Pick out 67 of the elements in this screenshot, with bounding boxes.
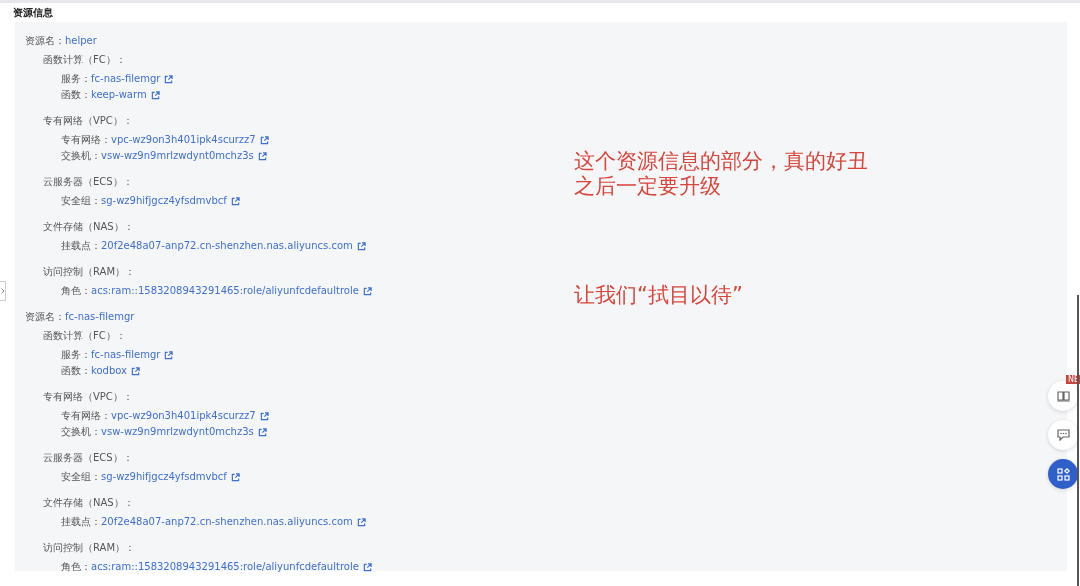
field-label: 函数： [61,364,91,378]
field-label: 挂载点： [61,515,101,529]
field-label: 挂载点： [61,239,101,253]
resource-name: helper [65,34,97,48]
external-link-icon[interactable] [362,286,372,296]
expand-tab[interactable] [0,281,6,301]
group-title: 访问控制（RAM）： [43,541,135,555]
field-label: 函数： [61,88,91,102]
field-label: 安全组： [61,194,101,208]
field-label: 角色： [61,284,91,298]
external-link-icon[interactable] [164,350,174,360]
resource-link[interactable]: fc-nas-filemgr [91,71,161,87]
external-link-icon[interactable] [362,562,372,572]
feedback-button[interactable] [1048,420,1078,450]
external-link-icon[interactable] [257,151,267,161]
resource-link[interactable]: kodbox [91,363,127,379]
chat-icon [1056,429,1070,441]
field-label: 交换机： [61,425,101,439]
group-title: 云服务器（ECS）： [43,175,133,189]
chevron-right-icon [0,288,5,294]
resource-link[interactable]: 20f2e48a07-anp72.cn-shenzhen.nas.aliyuncs.com [101,238,353,254]
apps-button[interactable] [1048,459,1078,489]
external-link-icon[interactable] [164,74,174,84]
resource-link[interactable]: fc-nas-filemgr [91,347,161,363]
external-link-icon[interactable] [257,427,267,437]
group-title: 文件存储（NAS）： [43,496,134,510]
external-link-icon[interactable] [131,366,140,376]
group-title: 专有网络（VPC）： [43,114,133,128]
field-label: 专有网络： [61,133,111,147]
external-link-icon[interactable] [230,196,240,206]
group-title: 专有网络（VPC）： [43,390,133,404]
group-title: 函数计算（FC）： [43,329,126,343]
resource-link[interactable]: vpc-wz9on3h401ipk4scurzz7 [111,132,256,148]
field-label: 服务： [61,348,91,362]
annotation-text: 这个资源信息的部分，真的好丑 之后一定要升级 [574,149,868,199]
resource-name: fc-nas-filemgr [65,310,135,324]
resource-link[interactable]: acs:ram::1583208943291465:role/aliyunfcdefaultrole [91,559,359,575]
scrollbar[interactable] [1077,295,1079,586]
field-label: 资源名： [25,34,65,48]
resource-link[interactable]: sg-wz9hifjgcz4yfsdmvbcf [101,193,227,209]
resource-link[interactable]: 20f2e48a07-anp72.cn-shenzhen.nas.aliyuncs.com [101,514,353,530]
group-title: 函数计算（FC）： [43,53,126,67]
external-link-icon[interactable] [259,411,269,421]
book-icon [1056,390,1070,402]
group-title: 文件存储（NAS）： [43,220,134,234]
field-label: 服务： [61,72,91,86]
section-title: 资源信息 [13,5,53,20]
field-label: 角色： [61,560,91,574]
field-label: 交换机： [61,149,101,163]
group-title: 访问控制（RAM）： [43,265,135,279]
external-link-icon[interactable] [356,517,366,527]
annotation-text: 让我们“拭目以待” [574,283,744,308]
group-title: 云服务器（ECS）： [43,451,133,465]
resource-link[interactable]: keep-warm [91,87,147,103]
field-label: 安全组： [61,470,101,484]
external-link-icon[interactable] [230,472,240,482]
resource-link[interactable]: vsw-wz9n9mrlzwdynt0mchz3s [101,148,254,164]
external-link-icon[interactable] [259,135,269,145]
resource-link[interactable]: vsw-wz9n9mrlzwdynt0mchz3s [101,424,254,440]
external-link-icon[interactable] [150,90,160,100]
field-label: 专有网络： [61,409,111,423]
apps-icon [1056,467,1070,481]
resource-link[interactable]: sg-wz9hifjgcz4yfsdmvbcf [101,469,227,485]
resource-link[interactable]: acs:ram::1583208943291465:role/aliyunfcdefaultrole [91,283,359,299]
resource-link[interactable]: vpc-wz9on3h401ipk4scurzz7 [111,408,256,424]
external-link-icon[interactable] [356,241,366,251]
field-label: 资源名： [25,310,65,324]
